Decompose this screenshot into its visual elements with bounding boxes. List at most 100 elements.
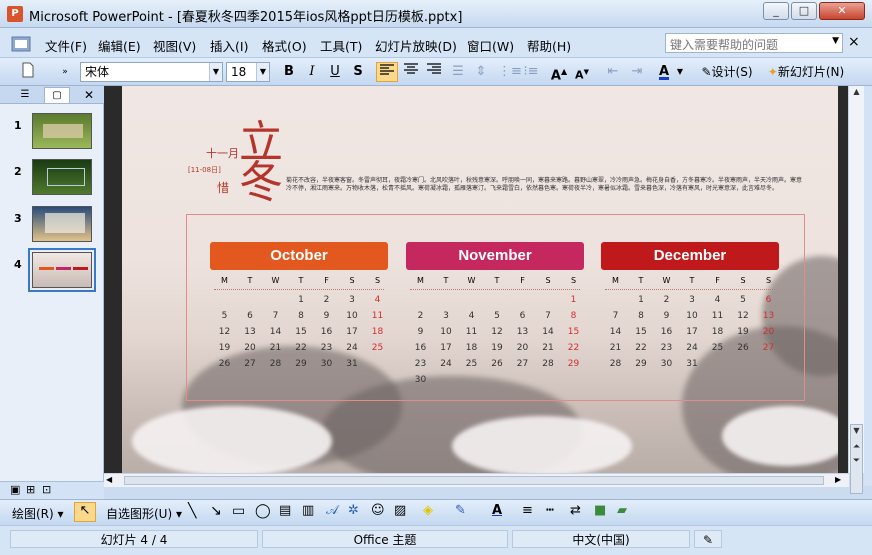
- calendar-day: 21: [609, 343, 622, 353]
- design-label: 设计(S): [711, 65, 753, 79]
- close-panel-button[interactable]: ✕: [76, 87, 102, 103]
- menu-insert[interactable]: 插入(I): [210, 36, 248, 55]
- scroll-down-icon[interactable]: ▼: [850, 425, 863, 437]
- wordart-icon[interactable]: 𝒜: [326, 503, 338, 518]
- line-color-icon[interactable]: ✎: [455, 503, 466, 518]
- clipart-icon[interactable]: ☺: [371, 503, 385, 518]
- calendar-day: 14: [542, 327, 554, 337]
- scroll-left-icon[interactable]: ◀: [106, 475, 112, 484]
- 3d-style-icon[interactable]: ▰: [617, 503, 627, 518]
- chevron-down-icon[interactable]: ▼: [675, 62, 685, 82]
- horizontal-scrollbar[interactable]: ◀ ▶: [104, 473, 849, 487]
- calendar-day: 16: [414, 343, 427, 353]
- select-pointer-icon[interactable]: ↖: [74, 502, 96, 522]
- new-slide-button[interactable]: ✦新幻灯片(N): [760, 62, 852, 82]
- solar-term-month: 十一月: [206, 147, 239, 160]
- calendar-day: 28: [542, 359, 554, 369]
- slide-thumbnail[interactable]: [32, 159, 92, 195]
- design-button[interactable]: ✎设计(S): [697, 62, 757, 82]
- sorter-view-icon[interactable]: ⊞: [26, 483, 35, 496]
- slide-canvas[interactable]: 立 冬 十一月 [11-08日] 惜 菊花不改容，半夜寒客窗。冬雷声彻耳，夜霜冷…: [122, 86, 838, 473]
- outline-tab[interactable]: ☰: [12, 87, 38, 103]
- document-close-button[interactable]: ×: [848, 34, 860, 50]
- slides-tab[interactable]: ▢: [44, 87, 70, 103]
- chevron-down-icon[interactable]: ▼: [209, 63, 222, 81]
- restore-button[interactable]: □: [791, 2, 817, 20]
- calendar-day: 23: [414, 359, 427, 369]
- oval-icon[interactable]: ◯: [255, 503, 271, 519]
- bold-button[interactable]: B: [280, 62, 298, 82]
- horizontal-scroll-thumb[interactable]: [124, 476, 824, 485]
- calendar-day: 15: [635, 327, 647, 337]
- align-center-icon: [404, 63, 418, 74]
- menu-help[interactable]: 帮助(H): [527, 36, 571, 55]
- font-size-select[interactable]: 18 ▼: [226, 62, 270, 82]
- autoshapes-menu[interactable]: 自选图形(U) ▾: [106, 505, 182, 522]
- vertical-textbox-icon[interactable]: ▥: [302, 503, 314, 518]
- line-style-icon[interactable]: ≡: [522, 503, 533, 518]
- vertical-scrollbar[interactable]: ▲ ▼ ⏶ ⏷: [848, 86, 864, 494]
- align-right-button[interactable]: [424, 62, 444, 82]
- close-button[interactable]: ✕: [819, 2, 865, 20]
- minimize-button[interactable]: _: [763, 2, 789, 20]
- menu-tools[interactable]: 工具(T): [320, 36, 362, 55]
- spellcheck-icon[interactable]: ✎: [694, 530, 722, 548]
- diagram-icon[interactable]: ✲: [348, 503, 359, 518]
- title-bar: P Microsoft PowerPoint - [春夏秋冬四季2015年ios…: [0, 0, 872, 28]
- decrease-indent-icon[interactable]: ⇤: [603, 62, 623, 82]
- menu-file[interactable]: 文件(F): [45, 36, 87, 55]
- menu-format[interactable]: 格式(O): [262, 36, 307, 55]
- picture-icon[interactable]: ▨: [394, 503, 406, 518]
- scroll-right-icon[interactable]: ▶: [835, 475, 841, 484]
- numbering-icon[interactable]: ⋮≡: [498, 62, 522, 82]
- fill-color-icon[interactable]: ◈: [423, 503, 433, 518]
- dash-style-icon[interactable]: ┅: [546, 503, 554, 518]
- weekday-label: W: [271, 276, 280, 285]
- line-spacing-icon[interactable]: ⇕: [471, 62, 491, 82]
- chevron-down-icon[interactable]: ▼: [256, 63, 269, 81]
- chevron-down-icon[interactable]: ▼: [832, 36, 839, 46]
- textbox-icon[interactable]: ▤: [279, 503, 291, 518]
- align-right-icon: [427, 63, 441, 74]
- draw-menu[interactable]: 绘图(R) ▾: [12, 505, 64, 522]
- arrow-icon[interactable]: ↘: [210, 503, 222, 519]
- help-search-input[interactable]: 键入需要帮助的问题 ▼: [665, 33, 843, 53]
- calendar-day: 7: [612, 311, 619, 321]
- new-document-icon[interactable]: [18, 62, 38, 82]
- font-name-select[interactable]: 宋体 ▼: [80, 62, 223, 82]
- menu-window[interactable]: 窗口(W): [467, 36, 514, 55]
- menu-view[interactable]: 视图(V): [153, 36, 196, 55]
- next-slide-icon[interactable]: ⏷: [850, 455, 863, 467]
- increase-font-icon[interactable]: A▲: [549, 62, 569, 83]
- align-left-button[interactable]: [376, 62, 398, 82]
- grip-icon: [11, 36, 31, 52]
- underline-button[interactable]: U: [326, 62, 344, 82]
- line-icon[interactable]: ╲: [188, 503, 196, 519]
- slideshow-view-icon[interactable]: ⊡: [42, 483, 51, 496]
- normal-view-icon[interactable]: ▣: [10, 483, 20, 496]
- menu-edit[interactable]: 编辑(E): [98, 36, 141, 55]
- calendar-day: 2: [663, 295, 670, 305]
- slide-thumbnail[interactable]: [32, 113, 92, 149]
- draw-font-color-icon[interactable]: A: [492, 503, 502, 518]
- previous-slide-icon[interactable]: ⏶: [850, 441, 863, 453]
- rectangle-icon[interactable]: ▭: [232, 503, 245, 519]
- bullets-icon[interactable]: ⁝≡: [521, 62, 541, 82]
- menu-slideshow[interactable]: 幻灯片放映(D): [375, 36, 457, 55]
- shadow-button[interactable]: S: [349, 62, 367, 82]
- scroll-up-icon[interactable]: ▲: [850, 86, 863, 98]
- slide-thumbnail[interactable]: [32, 206, 92, 242]
- calendar-day: 21: [269, 343, 282, 353]
- calendar-day: 15: [295, 327, 307, 337]
- increase-indent-icon[interactable]: ⇥: [627, 62, 647, 82]
- decrease-font-icon[interactable]: A▼: [572, 62, 592, 82]
- font-color-button[interactable]: A: [655, 62, 673, 82]
- slide-thumbnail-selected[interactable]: [28, 248, 96, 292]
- justify-icon[interactable]: ☰: [448, 62, 468, 82]
- weekday-label: T: [443, 276, 449, 285]
- toolbar-options-icon[interactable]: »: [60, 62, 70, 82]
- align-center-button[interactable]: [401, 62, 421, 82]
- italic-button[interactable]: I: [303, 62, 321, 82]
- arrow-style-icon[interactable]: ⇄: [570, 503, 581, 518]
- shadow-style-icon[interactable]: ■: [594, 503, 606, 518]
